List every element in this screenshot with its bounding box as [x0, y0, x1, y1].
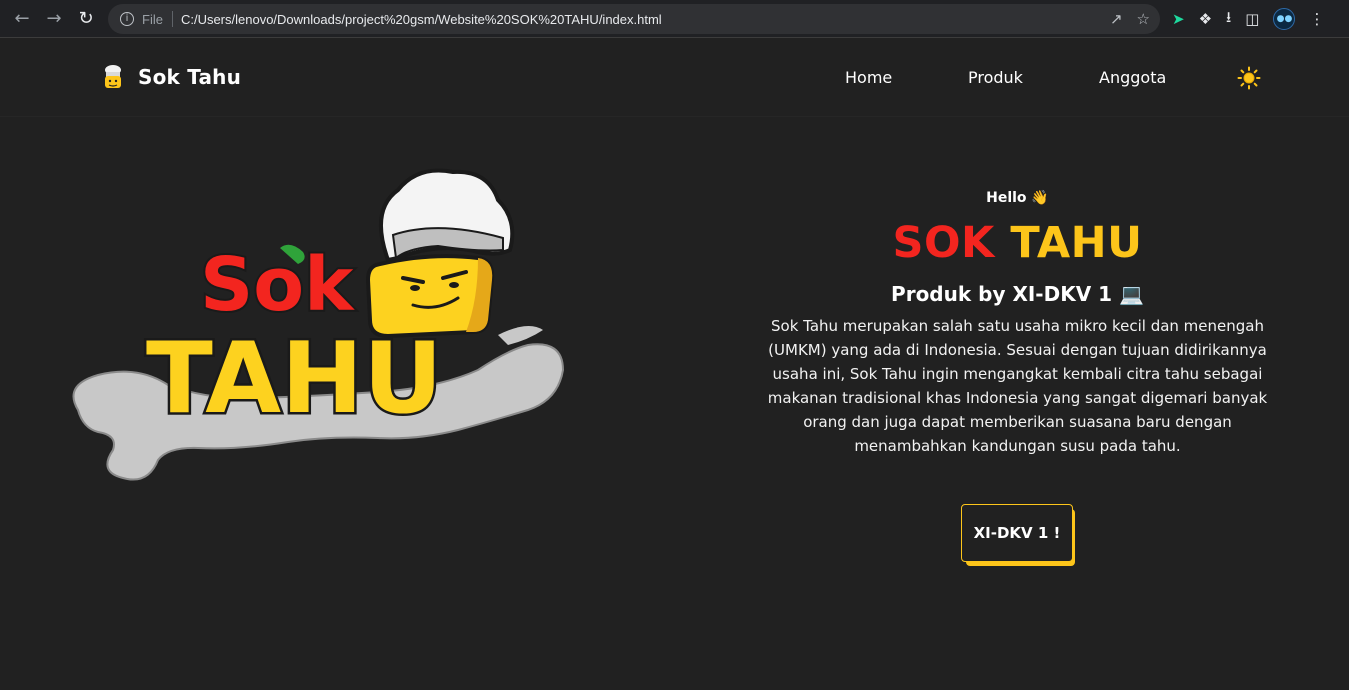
logo-tahu-text: TAHU	[146, 322, 443, 436]
brand[interactable]: Sok Tahu	[100, 64, 241, 90]
url-text[interactable]: C:/Users/lenovo/Downloads/project%20gsm/…	[181, 12, 662, 27]
nav-anggota-link[interactable]: Anggota	[1099, 68, 1166, 87]
nav-home-link[interactable]: Home	[845, 68, 892, 87]
hero-greeting: Hello 👋	[986, 190, 1049, 206]
download-icon[interactable]: ⭳	[1226, 7, 1231, 32]
side-panel-icon[interactable]: ◫	[1245, 10, 1259, 28]
hero-title: SOK TAHU	[740, 218, 1295, 268]
address-bar[interactable]: i File C:/Users/lenovo/Downloads/project…	[108, 4, 1160, 34]
browser-toolbar: ← → ↻ i File C:/Users/lenovo/Downloads/p…	[0, 0, 1349, 38]
nav-produk-link[interactable]: Produk	[968, 68, 1023, 87]
brand-name: Sok Tahu	[138, 65, 242, 89]
sok-tahu-logo-illustration: Sok TAHU	[72, 168, 565, 481]
bookmark-star-icon[interactable]: ☆	[1137, 10, 1150, 28]
address-divider	[171, 11, 173, 27]
reload-icon[interactable]: ↻	[70, 3, 102, 35]
protocol-label: File	[142, 11, 163, 27]
share-icon[interactable]: ↗	[1110, 10, 1123, 28]
logo-sok-text: Sok	[200, 242, 355, 328]
site-navbar: Sok Tahu Home Produk Anggota	[0, 39, 1349, 117]
hero-title-sok: SOK	[892, 218, 995, 268]
hero-subtitle: Produk by XI-DKV 1 💻	[891, 282, 1144, 306]
cta-container: XI-DKV 1 !	[961, 504, 1077, 566]
back-icon[interactable]: ←	[6, 3, 38, 35]
profile-avatar-icon[interactable]: ●●	[1273, 8, 1296, 30]
menu-kebab-icon[interactable]: ⋮	[1309, 10, 1324, 28]
hero-content: Hello 👋 SOK TAHU Produk by XI-DKV 1 💻 So…	[740, 190, 1295, 458]
brand-logo-icon	[105, 65, 121, 88]
puzzle-extensions-icon[interactable]: ❖	[1199, 10, 1212, 28]
extension-green-icon[interactable]: ➤	[1172, 10, 1185, 28]
hero-title-tahu: TAHU	[1010, 218, 1143, 268]
cta-button[interactable]: XI-DKV 1 !	[961, 504, 1073, 562]
info-icon[interactable]: i	[120, 12, 134, 26]
theme-toggle-sun-icon[interactable]	[1237, 66, 1261, 90]
hero-description: Sok Tahu merupakan salah satu usaha mikr…	[767, 317, 1268, 455]
forward-icon[interactable]: →	[38, 3, 70, 35]
